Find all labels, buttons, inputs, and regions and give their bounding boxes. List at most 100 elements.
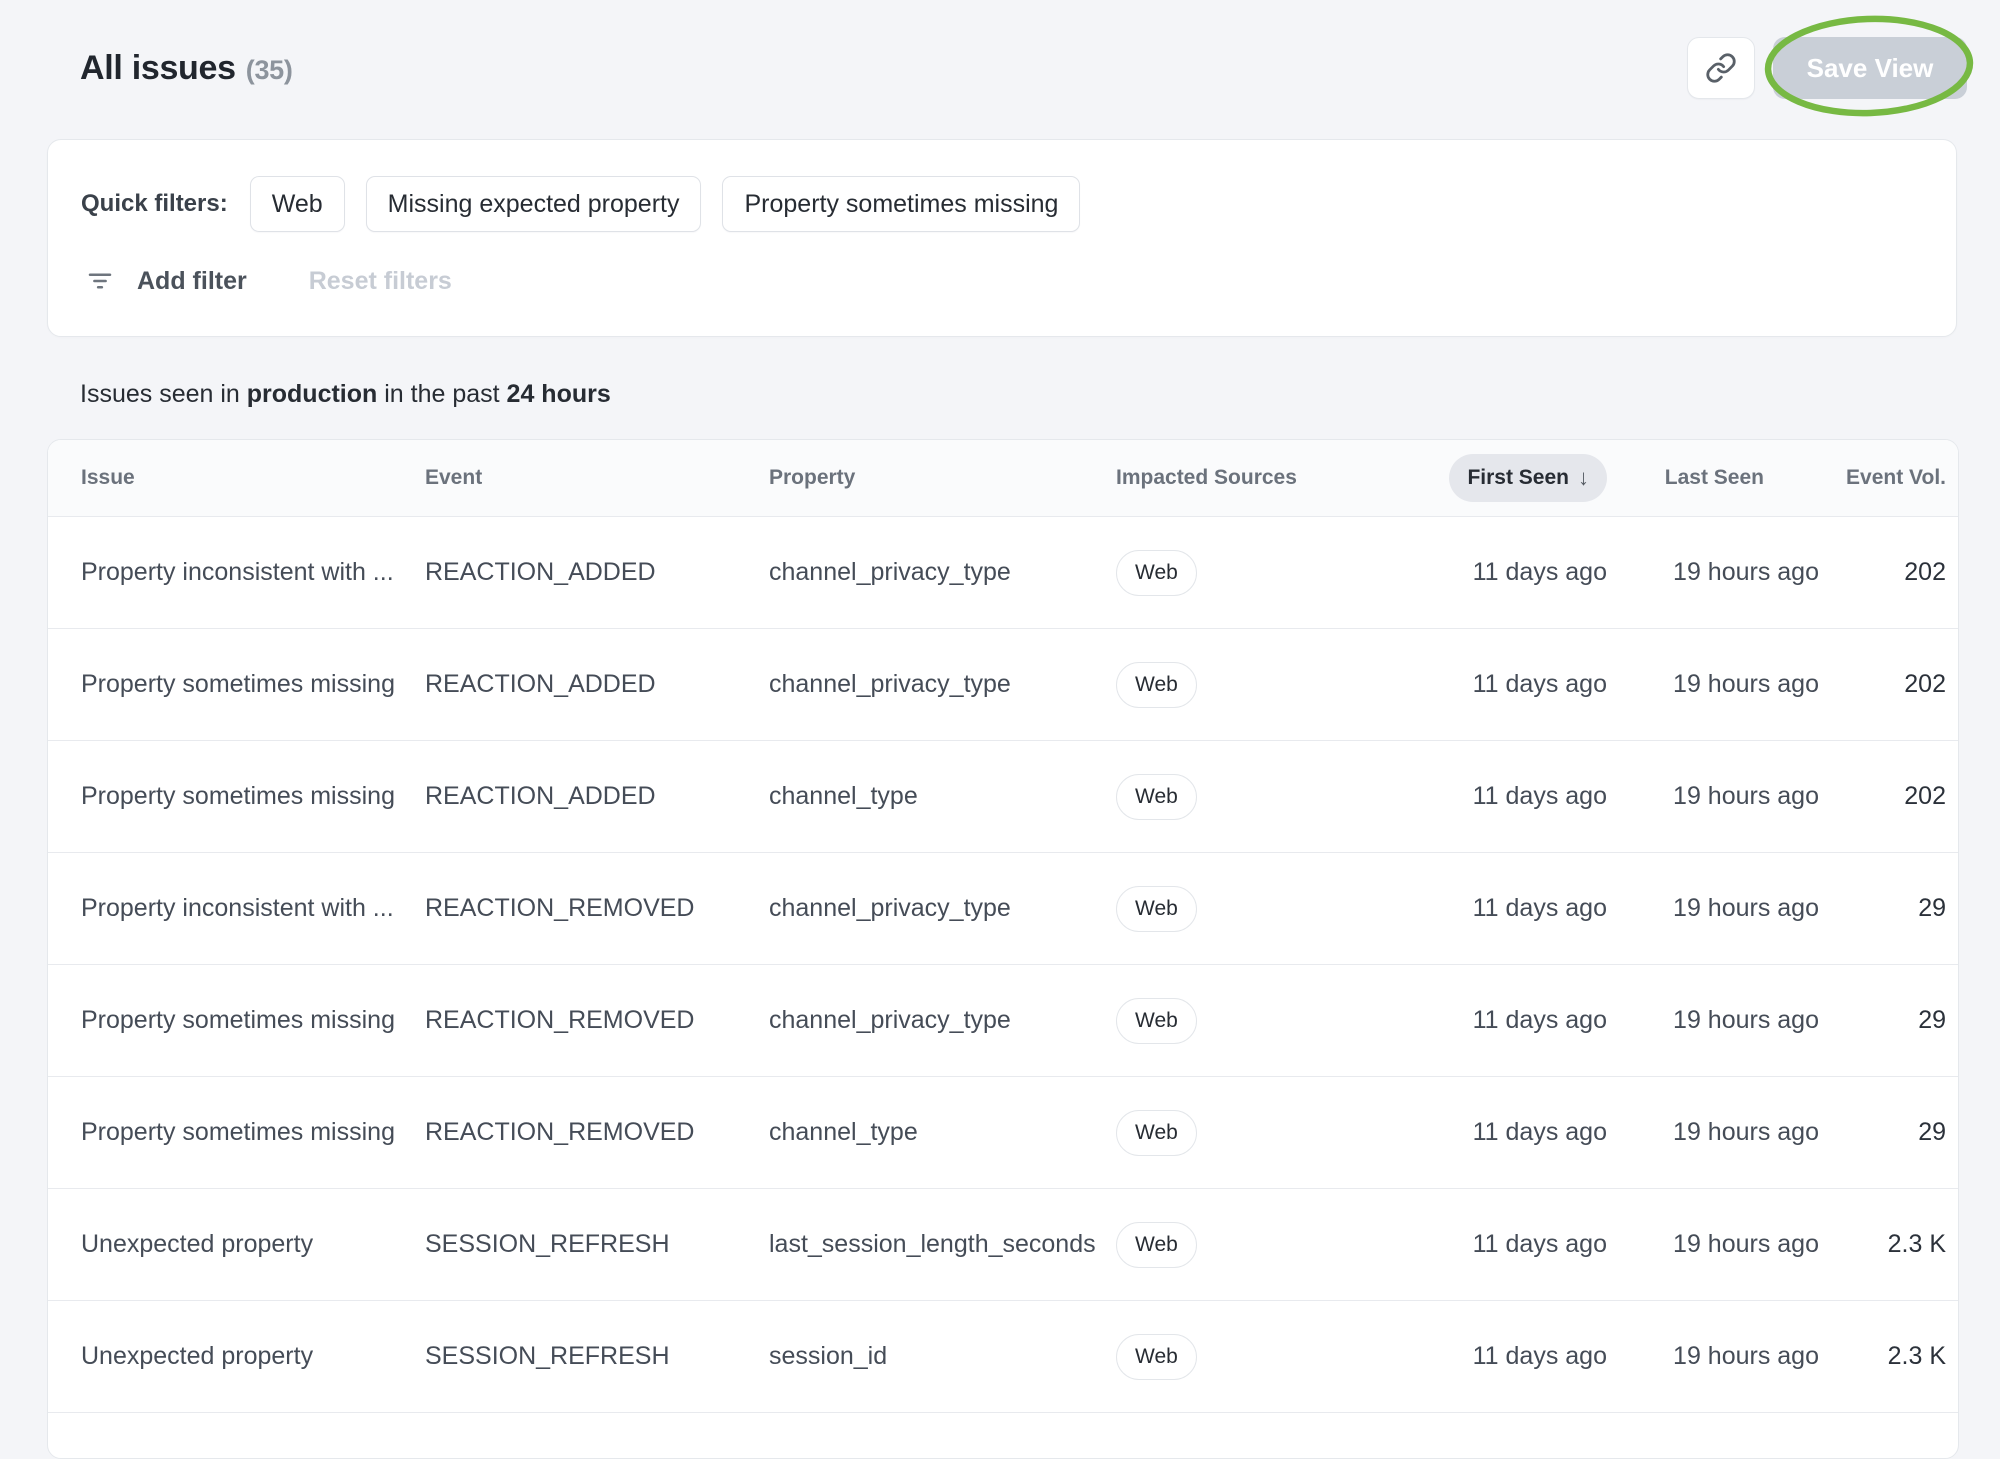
page-title-text: All issues: [80, 49, 236, 87]
add-filter-button[interactable]: Add filter: [137, 267, 247, 296]
issues-table: Issue Event Property Impacted Sources Fi…: [47, 439, 1959, 1459]
property-cell: channel_privacy_type: [769, 894, 1116, 923]
issue-row[interactable]: Property inconsistent with ... REACTION_…: [48, 853, 1958, 965]
source-web-badge: Web: [1116, 1334, 1197, 1380]
last-seen-cell: 19 hours ago: [1607, 782, 1819, 811]
property-cell: channel_privacy_type: [769, 1006, 1116, 1035]
quick-filter-web[interactable]: Web: [250, 176, 345, 232]
impacted-sources-cell: Web: [1116, 1222, 1366, 1268]
event-cell: REACTION_ADDED: [425, 670, 769, 699]
save-view-button[interactable]: Save View: [1773, 37, 1967, 99]
source-web-badge: Web: [1116, 550, 1197, 596]
property-cell: session_id: [769, 1342, 1116, 1371]
impacted-sources-cell: Web: [1116, 774, 1366, 820]
last-seen-cell: 19 hours ago: [1607, 1118, 1819, 1147]
column-header-first-seen[interactable]: First Seen ↓: [1366, 454, 1607, 502]
issue-row[interactable]: Property sometimes missing REACTION_ADDE…: [48, 741, 1958, 853]
scope-environment: production: [247, 380, 378, 408]
event-cell: REACTION_REMOVED: [425, 894, 769, 923]
first-seen-label: First Seen: [1467, 466, 1569, 490]
issue-cell: Unexpected property: [81, 1230, 425, 1259]
event-cell: REACTION_REMOVED: [425, 1118, 769, 1147]
impacted-sources-cell: Web: [1116, 1334, 1366, 1380]
property-cell: channel_type: [769, 1118, 1116, 1147]
last-seen-cell: 19 hours ago: [1607, 1342, 1819, 1371]
event-cell: SESSION_REFRESH: [425, 1230, 769, 1259]
impacted-sources-cell: Web: [1116, 662, 1366, 708]
event-volume-cell: 29: [1819, 1118, 1946, 1147]
issues-scope-text: Issues seen in production in the past 24…: [80, 380, 611, 409]
event-volume-cell: 29: [1819, 894, 1946, 923]
last-seen-cell: 19 hours ago: [1607, 1230, 1819, 1259]
impacted-sources-cell: Web: [1116, 1110, 1366, 1156]
first-seen-sort-pill[interactable]: First Seen ↓: [1449, 454, 1607, 502]
filters-panel: Quick filters: Web Missing expected prop…: [47, 139, 1957, 337]
issue-row[interactable]: Unexpected property SESSION_REFRESH sess…: [48, 1301, 1958, 1413]
event-cell: REACTION_REMOVED: [425, 1006, 769, 1035]
first-seen-cell: 11 days ago: [1366, 782, 1607, 811]
impacted-sources-cell: Web: [1116, 550, 1366, 596]
last-seen-cell: 19 hours ago: [1607, 558, 1819, 587]
quick-filter-missing-expected-property[interactable]: Missing expected property: [366, 176, 702, 232]
column-header-last-seen[interactable]: Last Seen: [1607, 466, 1819, 490]
first-seen-cell: 11 days ago: [1366, 558, 1607, 587]
issue-row[interactable]: Property sometimes missing REACTION_REMO…: [48, 1077, 1958, 1189]
source-web-badge: Web: [1116, 1222, 1197, 1268]
scope-text-prefix: Issues seen in: [80, 380, 247, 408]
impacted-sources-cell: Web: [1116, 998, 1366, 1044]
issue-cell: Property sometimes missing: [81, 782, 425, 811]
last-seen-cell: 19 hours ago: [1607, 894, 1819, 923]
scope-time-range: 24 hours: [507, 380, 611, 408]
reset-filters-button[interactable]: Reset filters: [309, 267, 452, 296]
last-seen-cell: 19 hours ago: [1607, 1006, 1819, 1035]
column-header-impacted-sources[interactable]: Impacted Sources: [1116, 466, 1366, 490]
source-web-badge: Web: [1116, 774, 1197, 820]
first-seen-cell: 11 days ago: [1366, 1006, 1607, 1035]
copy-link-button[interactable]: [1687, 37, 1755, 99]
source-web-badge: Web: [1116, 1110, 1197, 1156]
event-volume-cell: 202: [1819, 558, 1946, 587]
issue-cell: Property sometimes missing: [81, 1118, 425, 1147]
issue-cell: Property inconsistent with ...: [81, 558, 425, 587]
first-seen-cell: 11 days ago: [1366, 894, 1607, 923]
quick-filter-property-sometimes-missing[interactable]: Property sometimes missing: [722, 176, 1080, 232]
issue-row[interactable]: Property sometimes missing REACTION_REMO…: [48, 965, 1958, 1077]
event-volume-cell: 29: [1819, 1006, 1946, 1035]
quick-filters-label: Quick filters:: [81, 190, 228, 218]
first-seen-cell: 11 days ago: [1366, 1342, 1607, 1371]
event-cell: REACTION_ADDED: [425, 782, 769, 811]
filter-actions-row: Add filter Reset filters: [85, 266, 452, 296]
quick-filters-row: Quick filters: Web Missing expected prop…: [81, 176, 1101, 232]
first-seen-cell: 11 days ago: [1366, 1118, 1607, 1147]
issue-cell: Unexpected property: [81, 1342, 425, 1371]
event-volume-cell: 202: [1819, 670, 1946, 699]
issue-row[interactable]: Property inconsistent with ... REACTION_…: [48, 517, 1958, 629]
source-web-badge: Web: [1116, 886, 1197, 932]
property-cell: last_session_length_seconds: [769, 1230, 1116, 1259]
column-header-event-vol[interactable]: Event Vol.: [1819, 466, 1946, 490]
table-body: Property inconsistent with ... REACTION_…: [48, 517, 1958, 1413]
issue-row[interactable]: Property sometimes missing REACTION_ADDE…: [48, 629, 1958, 741]
source-web-badge: Web: [1116, 662, 1197, 708]
filter-lines-icon: [85, 266, 115, 296]
issue-cell: Property sometimes missing: [81, 1006, 425, 1035]
column-header-issue[interactable]: Issue: [81, 466, 425, 490]
link-icon: [1705, 52, 1737, 84]
table-header-row: Issue Event Property Impacted Sources Fi…: [48, 440, 1958, 517]
event-volume-cell: 2.3 K: [1819, 1230, 1946, 1259]
column-header-property[interactable]: Property: [769, 466, 1116, 490]
source-web-badge: Web: [1116, 998, 1197, 1044]
property-cell: channel_privacy_type: [769, 670, 1116, 699]
last-seen-cell: 19 hours ago: [1607, 670, 1819, 699]
property-cell: channel_type: [769, 782, 1116, 811]
column-header-event[interactable]: Event: [425, 466, 769, 490]
issue-count-badge: (35): [246, 55, 293, 85]
event-cell: SESSION_REFRESH: [425, 1342, 769, 1371]
sort-desc-arrow-icon: ↓: [1578, 465, 1589, 491]
scope-text-middle: in the past: [377, 380, 506, 408]
event-cell: REACTION_ADDED: [425, 558, 769, 587]
issue-row[interactable]: Unexpected property SESSION_REFRESH last…: [48, 1189, 1958, 1301]
event-volume-cell: 2.3 K: [1819, 1342, 1946, 1371]
property-cell: channel_privacy_type: [769, 558, 1116, 587]
issue-cell: Property inconsistent with ...: [81, 894, 425, 923]
